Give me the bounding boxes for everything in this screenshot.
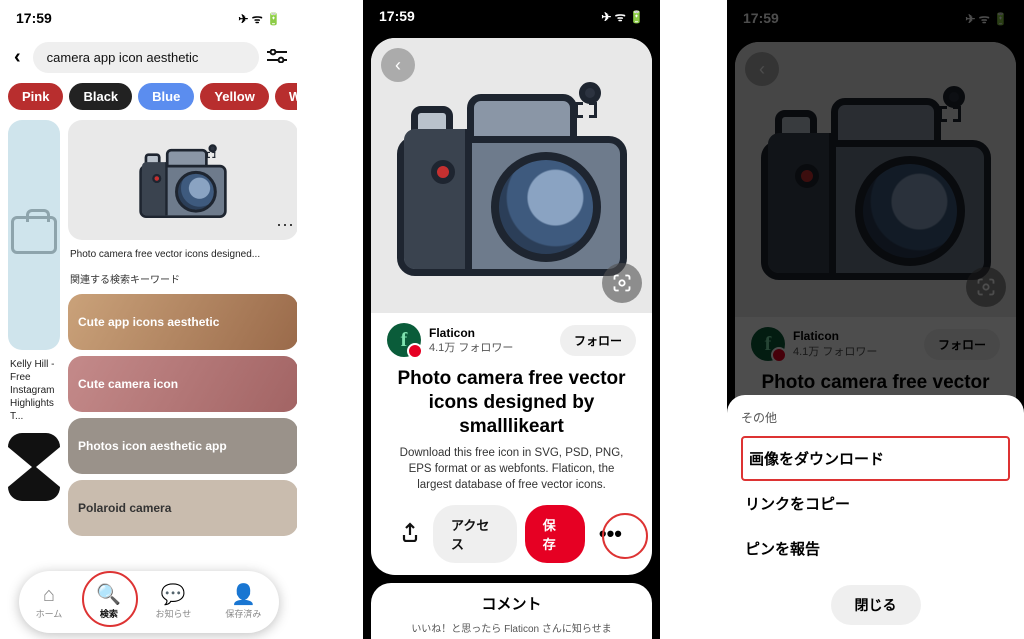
related-card[interactable]: Polaroid camera [68,480,297,536]
nav-label: ホーム [36,607,63,620]
nav-search[interactable]: 🔍 検索 [96,585,121,620]
action-row: アクセス 保存 ••• [387,493,636,563]
arrow-icon: ➔ [313,315,342,355]
sheet-header: その他 [741,409,1010,426]
comments-sub: いいね！と思ったら Flaticon さんに知らせま [383,620,640,635]
status-bar: 17:59 ✈ ᯤ 🔋 [363,0,660,32]
pin-detail-card: ‹ f Flaticon 4.1万 フォロワー フォロー [371,38,652,575]
report-pin[interactable]: ピンを報告 [741,526,1010,571]
nav-notifications[interactable]: 💬 お知らせ [155,585,191,620]
camera-icon [139,142,226,218]
home-icon: ⌂ [43,585,55,605]
pin-caption: Kelly Hill - Free Instagram Highlights T… [8,356,60,427]
search-icon: 🔍 [96,585,121,605]
status-time: 17:59 [16,10,52,26]
visual-search-icon[interactable] [602,263,642,303]
chip-black[interactable]: Black [69,83,132,110]
phone-action-sheet: 17:59✈ ᯤ 🔋 ‹ f Flaticon [727,0,1024,639]
pin-image[interactable]: ‹ [371,38,652,313]
chip-blue[interactable]: Blue [138,83,194,110]
filter-chips: Pink Black Blue Yellow White P [0,79,297,120]
nav-label: 検索 [100,607,118,620]
dimmed-background: 17:59✈ ᯤ 🔋 ‹ f Flaticon [727,0,1024,460]
filter-icon[interactable] [267,47,287,68]
nav-label: お知らせ [155,607,191,620]
arrow-icon: ➔ [676,315,705,355]
pin-description: Download this free icon in SVG, PSD, PNG… [387,445,636,493]
more-icon[interactable]: ⋯ [276,215,294,236]
close-button[interactable]: 閉じる [831,585,921,625]
status-icons: ✈ ᯤ 🔋 [601,8,644,25]
download-image[interactable]: 画像をダウンロード [741,436,1010,481]
author-row: f Flaticon 4.1万 フォロワー フォロー [387,323,636,357]
copy-link[interactable]: リンクをコピー [741,481,1010,526]
chip-pink[interactable]: Pink [8,83,63,110]
capcut-icon [8,447,60,487]
related-card[interactable]: Photos icon aesthetic app [68,418,297,474]
comments-heading: コメント [383,593,640,614]
user-icon: 👤 [231,585,256,605]
search-input[interactable]: camera app icon aesthetic [33,42,259,73]
search-row: ‹ camera app icon aesthetic [0,36,297,79]
nav-saved[interactable]: 👤 保存済み [225,585,261,620]
nav-home[interactable]: ⌂ ホーム [36,585,63,620]
status-bar: 17:59 ✈ ᯤ 🔋 [0,0,297,36]
chat-icon: 💬 [161,585,186,605]
phone-pin-detail: 17:59 ✈ ᯤ 🔋 ‹ f Flaticon [363,0,660,639]
related-card[interactable]: Cute camera icon [68,356,297,412]
avatar[interactable]: f [387,323,421,357]
comments-card[interactable]: コメント いいね！と思ったら Flaticon さんに知らせま [371,583,652,639]
pin-title: Photo camera free vector icons designed … [387,367,636,438]
pin-card[interactable]: ⋯ [68,120,297,240]
phone-search-results: 17:59 ✈ ᯤ 🔋 ‹ camera app icon aesthetic … [0,0,297,639]
results-grid: Kelly Hill - Free Instagram Highlights T… [0,120,297,639]
status-icons: ✈ ᯤ 🔋 [238,10,281,27]
author-name[interactable]: Flaticon [429,326,552,342]
share-icon[interactable] [395,522,425,547]
author-followers: 4.1万 フォロワー [429,341,552,355]
pin-card[interactable] [8,433,60,501]
pin-caption: Photo camera free vector icons designed.… [68,246,297,265]
camera-icon [397,76,627,276]
status-time: 17:59 [379,8,415,24]
suitcase-icon [11,216,57,254]
more-button[interactable]: ••• [593,521,628,547]
chip-white[interactable]: White [275,83,297,110]
pin-card[interactable] [8,120,60,350]
save-button[interactable]: 保存 [525,505,585,563]
related-card[interactable]: Cute app icons aesthetic [68,294,297,350]
follow-button[interactable]: フォロー [560,325,636,356]
action-sheet: その他 画像をダウンロード リンクをコピー ピンを報告 閉じる [727,395,1024,639]
back-button[interactable]: ‹ [10,46,25,69]
access-button[interactable]: アクセス [433,505,517,563]
bottom-nav: ⌂ ホーム 🔍 検索 💬 お知らせ 👤 保存済み [19,571,279,633]
chip-yellow[interactable]: Yellow [200,83,268,110]
nav-label: 保存済み [225,607,261,620]
related-label: 関連する検索キーワード [68,271,297,288]
